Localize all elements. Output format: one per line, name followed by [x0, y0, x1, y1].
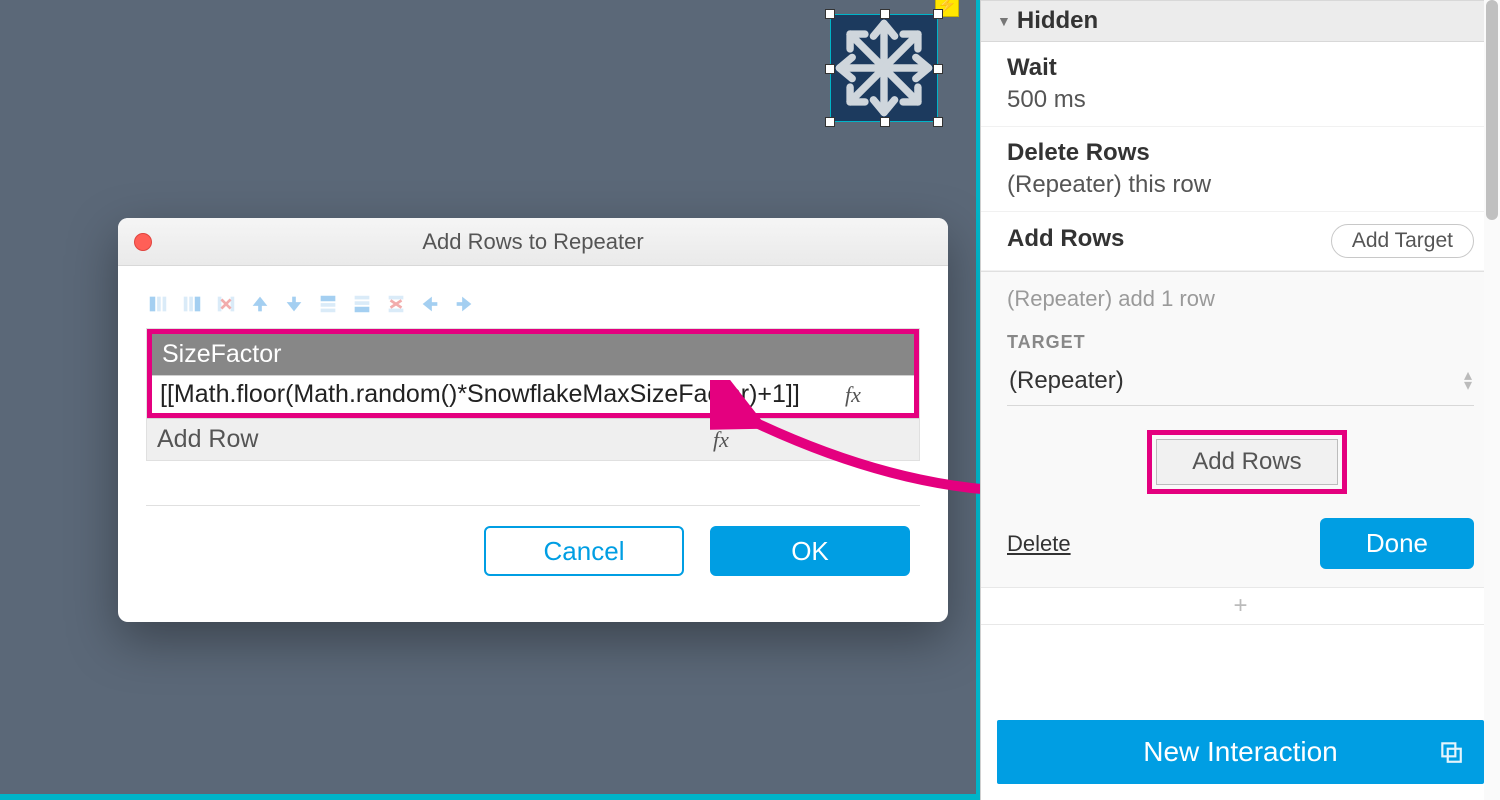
rows-table: SizeFactor [[Math.floor(Math.random()*Sn… — [146, 328, 920, 461]
insert-col-left-icon[interactable] — [146, 292, 170, 316]
case-sub: (Repeater) this row — [1007, 171, 1474, 199]
highlight-box: Add Rows — [1147, 430, 1347, 494]
target-value: (Repeater) — [1009, 367, 1124, 395]
chevron-updown-icon: ▴▾ — [1464, 371, 1472, 391]
scrollbar-thumb[interactable] — [1486, 0, 1498, 220]
resize-handle[interactable] — [825, 117, 835, 127]
cell-value[interactable]: [[Math.floor(Math.random()*SnowflakeMaxS… — [160, 380, 800, 409]
add-target-button[interactable]: Add Target — [1331, 224, 1474, 258]
design-canvas[interactable]: ⚡ Add Rows to Repeater — [0, 0, 980, 800]
delete-link[interactable]: Delete — [1007, 531, 1071, 557]
table-toolbar — [146, 292, 920, 316]
case-delete-rows[interactable]: Delete Rows (Repeater) this row — [981, 127, 1500, 212]
close-icon[interactable] — [134, 233, 152, 251]
resize-handle[interactable] — [825, 64, 835, 74]
target-label: TARGET — [1007, 332, 1474, 353]
move-up-icon[interactable] — [248, 292, 272, 316]
case-add-rows[interactable]: Add Rows Add Target — [981, 212, 1500, 271]
insert-col-right-icon[interactable] — [180, 292, 204, 316]
case-sub: 500 ms — [1007, 86, 1474, 114]
resize-handle[interactable] — [933, 9, 943, 19]
resize-handle[interactable] — [825, 9, 835, 19]
interactions-panel: ▼ Hidden Wait 500 ms Delete Rows (Repeat… — [980, 0, 1500, 800]
add-rows-button[interactable]: Add Rows — [1156, 439, 1338, 485]
cell-row[interactable]: [[Math.floor(Math.random()*SnowflakeMaxS… — [152, 375, 914, 413]
target-select[interactable]: (Repeater) ▴▾ — [1007, 361, 1474, 406]
resize-handle[interactable] — [880, 117, 890, 127]
fx-icon[interactable]: fx — [533, 427, 909, 453]
cancel-button[interactable]: Cancel — [484, 526, 684, 576]
case-title: Delete Rows — [1007, 139, 1474, 167]
ok-button[interactable]: OK — [710, 526, 910, 576]
new-interaction-button[interactable]: New Interaction — [997, 720, 1484, 784]
collapse-icon[interactable]: ▼ — [997, 13, 1011, 29]
done-button[interactable]: Done — [1320, 518, 1474, 569]
case-wait[interactable]: Wait 500 ms — [981, 42, 1500, 127]
subpanel-summary: (Repeater) add 1 row — [1007, 286, 1474, 312]
case-title: Add Rows — [1007, 225, 1124, 253]
highlight-box: SizeFactor [[Math.floor(Math.random()*Sn… — [147, 329, 919, 418]
delete-col-icon[interactable] — [214, 292, 238, 316]
delete-row-icon[interactable] — [384, 292, 408, 316]
add-rows-dialog: Add Rows to Repeater SizeFactor [[Ma — [118, 218, 948, 622]
case-title: Wait — [1007, 54, 1474, 82]
section-title: Hidden — [1017, 7, 1098, 35]
move-left-icon[interactable] — [418, 292, 442, 316]
add-case-button[interactable]: + — [981, 587, 1500, 625]
insert-row-below-icon[interactable] — [350, 292, 374, 316]
move-right-icon[interactable] — [452, 292, 476, 316]
dialog-title: Add Rows to Repeater — [118, 229, 948, 255]
resize-handle[interactable] — [933, 64, 943, 74]
column-header[interactable]: SizeFactor — [152, 334, 914, 375]
add-row[interactable]: Add Row fx — [147, 418, 919, 460]
section-header[interactable]: ▼ Hidden — [981, 0, 1500, 42]
new-interaction-label: New Interaction — [1143, 736, 1338, 768]
resize-handle[interactable] — [933, 117, 943, 127]
dialog-titlebar[interactable]: Add Rows to Repeater — [118, 218, 948, 266]
resize-handle[interactable] — [880, 9, 890, 19]
move-down-icon[interactable] — [282, 292, 306, 316]
fx-icon[interactable]: fx — [800, 382, 906, 408]
add-rows-subpanel: (Repeater) add 1 row TARGET (Repeater) ▴… — [981, 271, 1500, 587]
insert-row-above-icon[interactable] — [316, 292, 340, 316]
duplicate-icon[interactable] — [1436, 737, 1466, 767]
add-row-label: Add Row — [157, 425, 533, 454]
scrollbar-track[interactable] — [1484, 0, 1500, 800]
selected-snowflake-widget[interactable]: ⚡ — [830, 14, 938, 122]
